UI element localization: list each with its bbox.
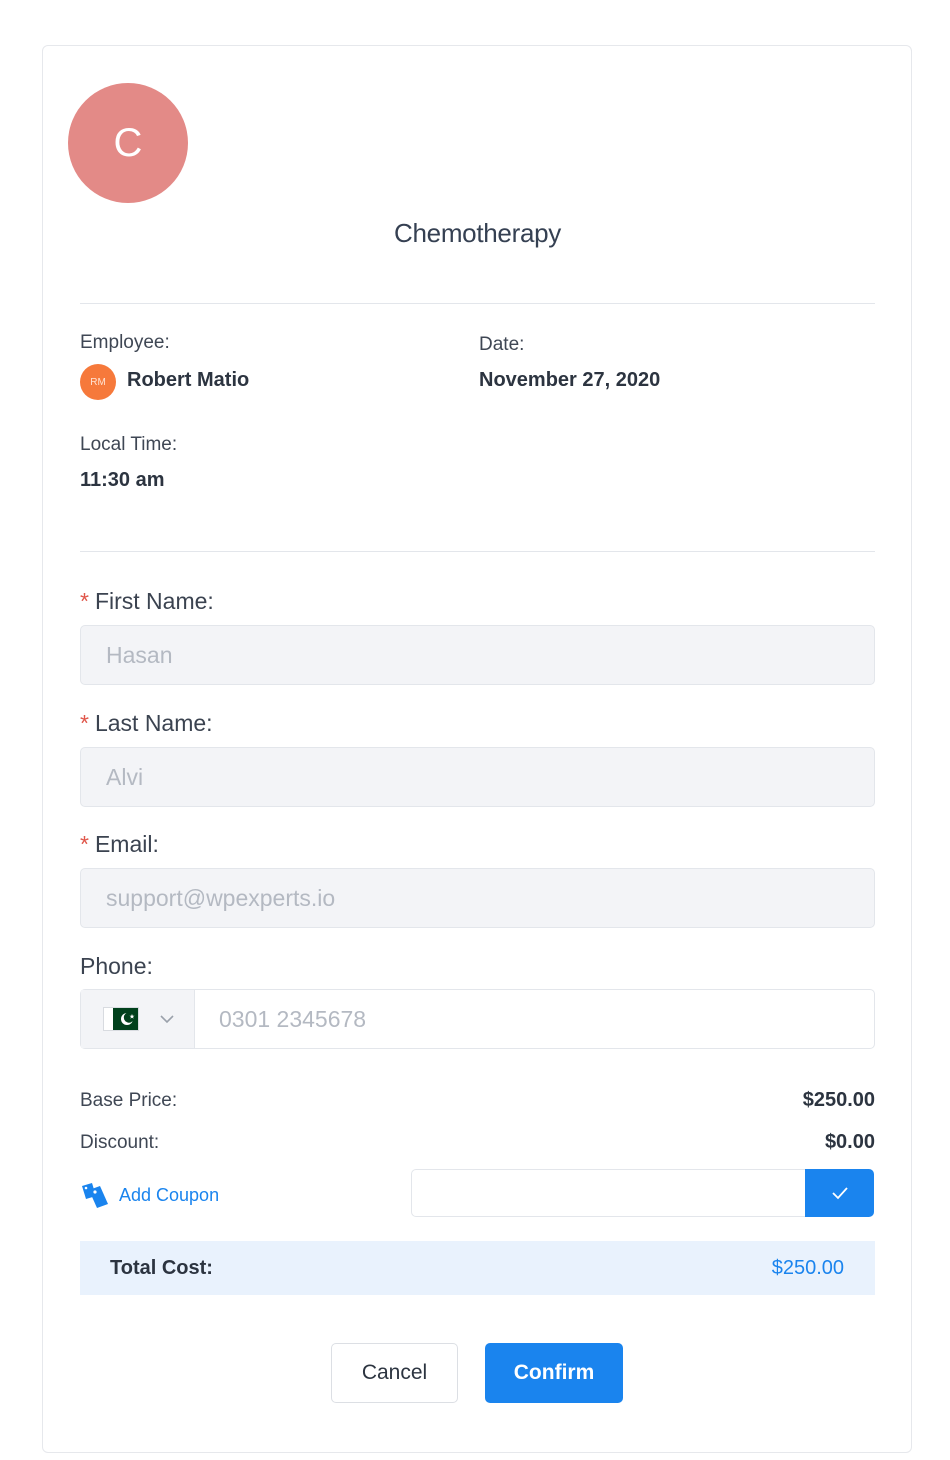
total-cost-bar: Total Cost: $250.00 (80, 1241, 875, 1295)
local-time-label: Local Time: (80, 434, 178, 455)
phone-input[interactable]: 0301 2345678 (195, 990, 874, 1048)
first-name-label-text: First Name: (94, 588, 214, 614)
divider-top (80, 303, 875, 304)
employee-avatar: RM (80, 364, 116, 400)
email-label: * Email: (80, 831, 159, 858)
country-select[interactable] (81, 990, 195, 1048)
divider-middle (80, 551, 875, 552)
coupon-icon (82, 1183, 108, 1208)
first-name-field[interactable]: Hasan (80, 625, 875, 685)
service-avatar-letter: C (113, 120, 143, 165)
phone-placeholder: 0301 2345678 (219, 1005, 367, 1032)
employee-label: Employee: (80, 332, 170, 353)
last-name-field[interactable]: Alvi (80, 747, 875, 807)
confirm-button[interactable]: Confirm (485, 1343, 623, 1403)
first-name-value: Hasan (106, 641, 173, 668)
employee-initials: RM (90, 376, 106, 388)
email-field[interactable]: support@wpexperts.io (80, 868, 875, 928)
add-coupon-link[interactable]: Add Coupon (80, 1180, 219, 1210)
required-mark: * (80, 710, 89, 736)
apply-coupon-button[interactable] (805, 1169, 874, 1217)
base-price-label: Base Price: (80, 1090, 178, 1111)
required-mark: * (80, 588, 89, 614)
chevron-down-icon (160, 1015, 174, 1024)
first-name-label: * First Name: (80, 588, 214, 615)
discount-label: Discount: (80, 1132, 160, 1153)
local-time-value: 11:30 am (80, 469, 165, 491)
email-value: support@wpexperts.io (106, 884, 336, 911)
last-name-label: * Last Name: (80, 710, 213, 737)
date-value: November 27, 2020 (479, 369, 661, 391)
check-icon (831, 1187, 848, 1200)
phone-label: Phone: (80, 953, 153, 979)
total-cost-value: $250.00 (771, 1256, 844, 1279)
last-name-label-text: Last Name: (94, 710, 213, 736)
add-coupon-label: Add Coupon (119, 1184, 220, 1205)
employee-name: Robert Matio (127, 369, 250, 391)
discount-value: $0.00 (824, 1131, 875, 1153)
total-cost-label: Total Cost: (110, 1256, 213, 1279)
coupon-code-input[interactable] (411, 1169, 806, 1217)
email-label-text: Email: (94, 831, 159, 857)
last-name-value: Alvi (106, 763, 144, 790)
date-label: Date: (479, 334, 525, 355)
cancel-button[interactable]: Cancel (331, 1343, 458, 1403)
base-price-value: $250.00 (802, 1089, 875, 1111)
required-mark: * (80, 831, 89, 857)
service-title: Chemotherapy (394, 218, 561, 248)
phone-field: 0301 2345678 (80, 989, 875, 1049)
pakistan-flag-icon (103, 1007, 139, 1031)
service-avatar: C (68, 83, 188, 203)
